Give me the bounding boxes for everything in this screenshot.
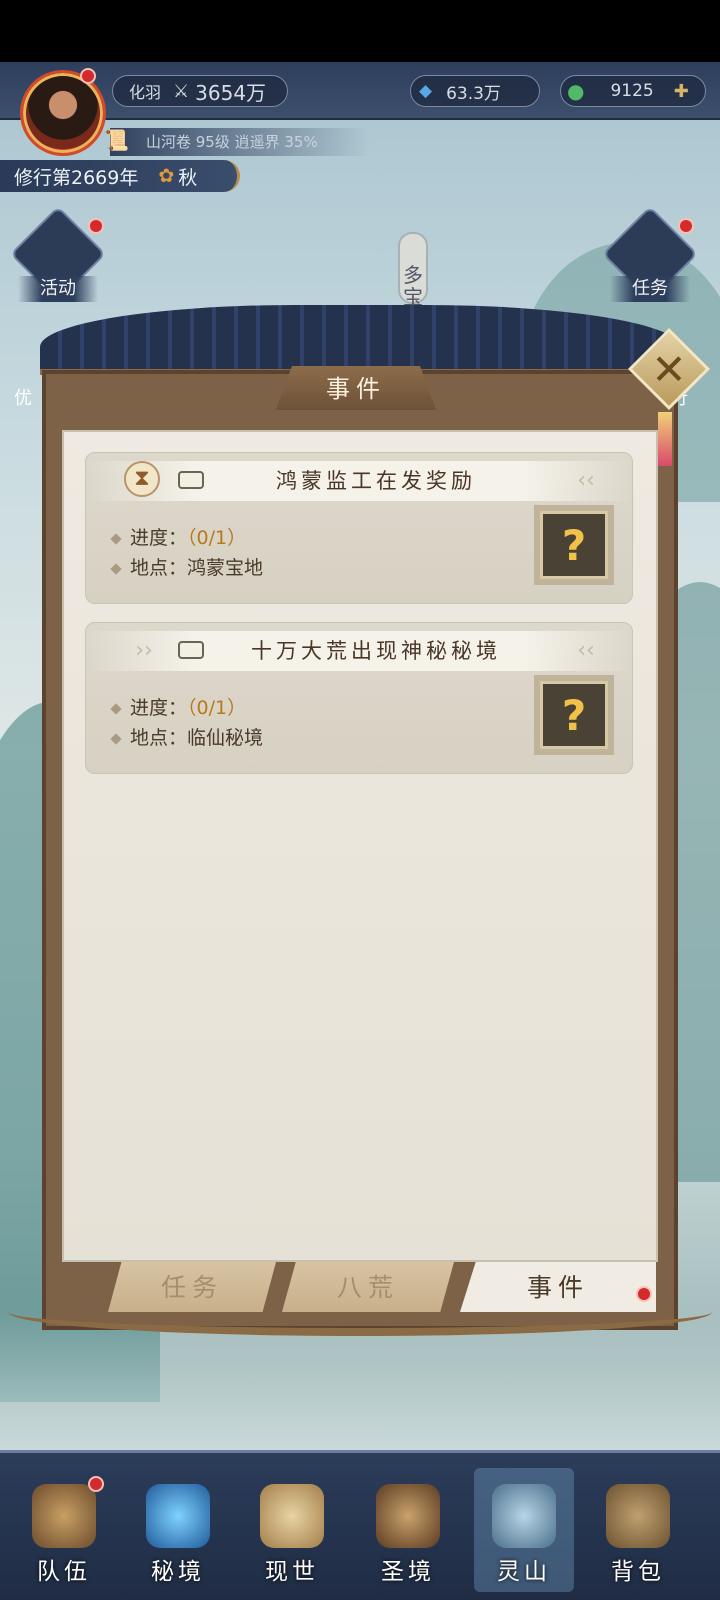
close-icon: ✕ (651, 344, 687, 394)
power-value: 3654万 (195, 80, 267, 105)
event-location: 地点：鸿蒙宝地 (110, 553, 264, 580)
nav-spirit-mountain[interactable]: 灵山 (474, 1468, 574, 1592)
nav-holy-realm[interactable]: 圣境 (358, 1468, 458, 1592)
progress-value: （0/1） (187, 527, 247, 549)
modal-title: 事件 (276, 366, 436, 410)
event-title: 十万大荒出现神秘秘境 (251, 639, 501, 663)
sign-text: 多宝 (403, 263, 423, 309)
event-location: 地点：临仙秘境 (110, 723, 264, 750)
location-label: 地点： (130, 727, 188, 749)
task-label: 任务 (610, 276, 690, 302)
crystal-icon: ◆ (419, 81, 433, 101)
subline-text: 山河卷 95级 逍遥界 35% (146, 133, 318, 151)
nav-label: 灵山 (497, 1559, 551, 1585)
activity-red-dot (88, 218, 104, 234)
tassel-icon (658, 412, 672, 466)
event-card-1[interactable]: ⧗ 鸿蒙监工在发奖励 ‹‹ 进度：（0/1） 地点：鸿蒙宝地 ? (85, 452, 633, 604)
chevron-left-icon: ‹‹ (577, 638, 595, 663)
nav-label: 背包 (611, 1559, 665, 1585)
nav-label: 队伍 (37, 1559, 91, 1585)
jade-pill[interactable]: ● 9125 ✚ (560, 75, 706, 107)
mystery-reward-icon[interactable]: ? (540, 681, 608, 749)
left-partial-label: 优 (14, 388, 32, 409)
player-subline: 山河卷 95级 逍遥界 35% (110, 128, 370, 156)
vortex-icon (146, 1484, 210, 1548)
location-value: 鸿蒙宝地 (187, 557, 264, 579)
jade-icon: ● (567, 79, 585, 103)
location-label: 地点： (130, 557, 188, 579)
player-avatar[interactable] (20, 70, 106, 156)
chevron-right-icon: ›› (135, 638, 153, 663)
power-pill: 化羽 ⚔ 3654万 (112, 75, 288, 107)
nav-bag[interactable]: 背包 (588, 1468, 688, 1592)
event-title: 鸿蒙监工在发奖励 (276, 469, 476, 493)
scroll-icon: 📜 (104, 128, 129, 152)
bullet-icon (110, 732, 122, 745)
event-progress: 进度：（0/1） (110, 523, 247, 550)
task-red-dot (678, 218, 694, 234)
nav-label: 现世 (265, 1559, 319, 1585)
maple-leaf-icon: ✿ (158, 165, 175, 187)
bag-icon (606, 1484, 670, 1548)
activity-button[interactable]: 活动 (9, 205, 107, 303)
hourglass-icon: ⧗ (124, 461, 160, 497)
event-progress: 进度：（0/1） (110, 693, 247, 720)
crystal-pill[interactable]: ◆ 63.3万 (410, 75, 540, 107)
progress-value: （0/1） (187, 697, 247, 719)
bullet-icon (110, 532, 122, 545)
avatar-red-dot (80, 68, 96, 84)
map-scroll-icon (260, 1484, 324, 1548)
question-mark-icon: ? (561, 690, 587, 740)
nav-secret-realm[interactable]: 秘境 (128, 1468, 228, 1592)
location-value: 临仙秘境 (187, 727, 264, 749)
nav-label: 秘境 (151, 1559, 205, 1585)
nav-label: 圣境 (381, 1559, 435, 1585)
mountain-icon (492, 1484, 556, 1548)
nav-world[interactable]: 现世 (242, 1468, 342, 1592)
realm-label: 化羽 (129, 83, 162, 102)
season-text: 秋 (178, 166, 198, 189)
year-bar: 修行第2669年 ✿ 秋 (0, 160, 240, 192)
task-button[interactable]: 任务 (601, 205, 699, 303)
crystal-value: 63.3万 (446, 83, 501, 104)
add-icon[interactable]: ✚ (674, 81, 689, 102)
progress-label: 进度： (130, 697, 188, 719)
palace-icon (376, 1484, 440, 1548)
power-icon: ⚔ (173, 80, 190, 102)
bullet-icon (110, 562, 122, 575)
multi-treasure-sign[interactable]: 多宝 (398, 232, 428, 308)
mystery-reward-icon[interactable]: ? (540, 511, 608, 579)
progress-label: 进度： (130, 527, 188, 549)
bullet-icon (110, 702, 122, 715)
modal-roof (40, 305, 680, 375)
jade-value: 9125 (610, 81, 654, 101)
question-mark-icon: ? (561, 520, 587, 570)
activity-label: 活动 (18, 276, 98, 302)
team-red-dot (88, 1476, 104, 1492)
team-icon (32, 1484, 96, 1548)
chevron-left-icon: ‹‹ (577, 468, 595, 493)
year-text: 修行第2669年 (14, 166, 139, 189)
event-card-2[interactable]: ›› 十万大荒出现神秘秘境 ‹‹ 进度：（0/1） 地点：临仙秘境 ? (85, 622, 633, 774)
